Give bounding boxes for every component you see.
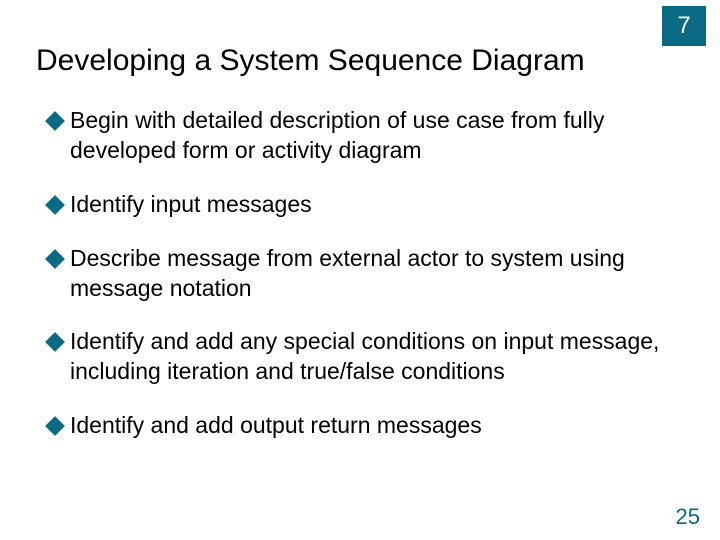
bullet-diamond-icon [45, 249, 65, 269]
list-item: Identify input messages [48, 190, 672, 220]
bullet-diamond-icon [45, 416, 65, 436]
bullet-list: Begin with detailed description of use c… [48, 106, 672, 465]
chapter-number-box: 7 [662, 6, 706, 46]
list-item: Identify and add any special conditions … [48, 327, 672, 387]
list-item: Describe message from external actor to … [48, 244, 672, 304]
bullet-text: Identify and add output return messages [70, 411, 672, 441]
bullet-text: Describe message from external actor to … [70, 244, 672, 304]
bullet-diamond-icon [45, 333, 65, 353]
bullet-diamond-icon [45, 195, 65, 215]
bullet-text: Begin with detailed description of use c… [70, 106, 672, 166]
chapter-number: 7 [677, 12, 690, 40]
bullet-text: Identify and add any special conditions … [70, 327, 672, 387]
list-item: Begin with detailed description of use c… [48, 106, 672, 166]
page-number: 25 [676, 504, 700, 530]
bullet-diamond-icon [45, 111, 65, 131]
slide-title: Developing a System Sequence Diagram [36, 44, 585, 78]
list-item: Identify and add output return messages [48, 411, 672, 441]
bullet-text: Identify input messages [70, 190, 672, 220]
